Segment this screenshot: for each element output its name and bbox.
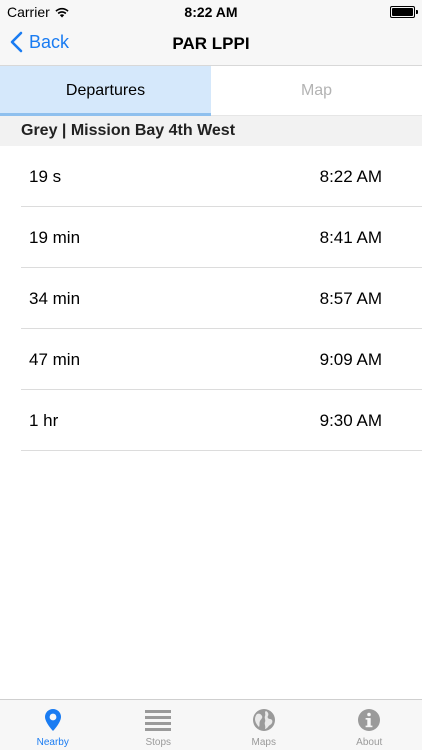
- tabbar-item-maps[interactable]: Maps: [211, 700, 317, 750]
- departure-relative: 19 s: [29, 166, 62, 186]
- navigation-bar: Back PAR LPPI: [0, 26, 422, 66]
- route-section-header: Grey | Mission Bay 4th West: [0, 116, 422, 146]
- tabbar-label: Maps: [251, 737, 276, 748]
- status-time: 8:22 AM: [184, 4, 238, 20]
- battery-icon: [390, 6, 418, 18]
- departure-time: 8:41 AM: [319, 227, 382, 247]
- departure-time: 8:57 AM: [319, 288, 382, 308]
- tabbar-label: About: [356, 737, 383, 748]
- list-item[interactable]: 34 min 8:57 AM: [0, 268, 422, 329]
- departure-time: 9:09 AM: [319, 349, 382, 369]
- status-bar: Carrier 8:22 AM: [0, 0, 422, 26]
- departure-relative: 34 min: [29, 288, 81, 308]
- tabbar-item-nearby[interactable]: Nearby: [0, 700, 106, 750]
- segmented-tabs: Departures Map: [0, 66, 422, 116]
- tabbar-label: Stops: [145, 737, 172, 748]
- page-title: PAR LPPI: [172, 34, 250, 53]
- list-item[interactable]: 19 min 8:41 AM: [0, 207, 422, 268]
- departure-relative: 47 min: [29, 349, 81, 369]
- departure-relative: 19 min: [29, 227, 81, 247]
- departure-time: 8:22 AM: [319, 166, 382, 186]
- bottom-tab-bar: Nearby Stops Maps About: [0, 699, 422, 750]
- info-icon: [356, 707, 382, 733]
- tab-departures-label: Departures: [65, 82, 146, 99]
- globe-icon: [251, 707, 277, 733]
- tab-departures[interactable]: Departures: [0, 66, 211, 116]
- location-pin-icon: [40, 707, 66, 733]
- tab-map-label: Map: [300, 81, 333, 99]
- tabbar-item-stops[interactable]: Stops: [106, 700, 212, 750]
- list-icon: [145, 707, 172, 733]
- tab-map[interactable]: Map: [211, 66, 422, 116]
- list-item[interactable]: 1 hr 9:30 AM: [0, 390, 422, 451]
- tabbar-label: Nearby: [36, 737, 69, 748]
- departure-relative: 1 hr: [29, 410, 59, 430]
- list-item[interactable]: 19 s 8:22 AM: [0, 146, 422, 207]
- list-item[interactable]: 47 min 9:09 AM: [0, 329, 422, 390]
- departure-time: 9:30 AM: [319, 410, 382, 430]
- departures-list: 19 s 8:22 AM 19 min 8:41 AM 34 min 8:57 …: [0, 146, 422, 451]
- tabbar-item-about[interactable]: About: [317, 700, 422, 750]
